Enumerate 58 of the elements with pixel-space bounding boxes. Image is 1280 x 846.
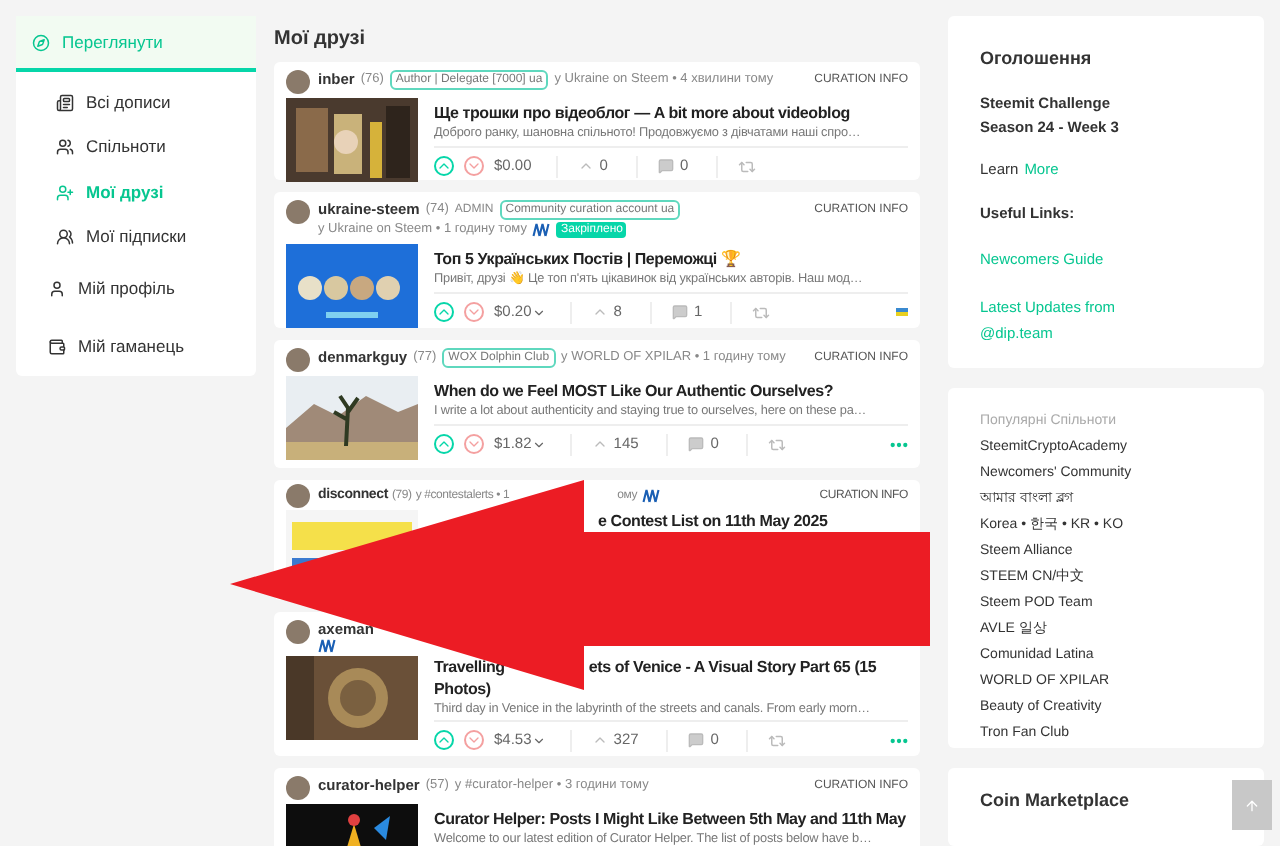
wave-icon xyxy=(318,638,336,654)
wallet-icon xyxy=(48,338,66,356)
downvote-icon[interactable] xyxy=(464,730,484,750)
avatar[interactable] xyxy=(286,200,310,224)
sidebar-item[interactable]: Мій профіль xyxy=(16,260,256,318)
add-user-icon xyxy=(56,183,74,202)
repost-icon[interactable] xyxy=(738,157,757,175)
people-icon xyxy=(56,228,74,247)
post-title[interactable]: Топ 5 Українських Постів | Переможці 🏆 xyxy=(434,248,908,270)
marketplace-title: Coin Marketplace xyxy=(980,787,1132,814)
post-title[interactable]: Curator Helper: Posts I Might Like Between 5th May and 11th May xyxy=(434,808,908,830)
newspaper-icon xyxy=(56,93,74,112)
upvote-icon[interactable] xyxy=(434,434,454,454)
avatar[interactable] xyxy=(286,348,310,372)
comment-icon[interactable] xyxy=(671,304,688,320)
vote-count-icon xyxy=(591,436,608,452)
caret-icon[interactable] xyxy=(531,305,546,319)
post-title[interactable]: ets of Venice - A Visual Story Part 65 (15 xyxy=(588,656,877,678)
vote-count-icon xyxy=(591,304,608,320)
caret-icon[interactable] xyxy=(531,437,546,451)
sidebar-item[interactable]: Мої підписки xyxy=(16,215,256,260)
repost-icon[interactable] xyxy=(752,303,771,321)
more-icon[interactable] xyxy=(890,737,908,743)
compass-icon xyxy=(32,33,50,51)
announcement-title: Оголошення xyxy=(980,46,1094,72)
upvote-icon[interactable] xyxy=(434,156,454,176)
post-title[interactable]: Photos) xyxy=(434,678,908,700)
sidebar-item[interactable]: Спільноти xyxy=(16,125,256,170)
downvote-icon[interactable] xyxy=(464,302,484,322)
scroll-top-button[interactable] xyxy=(1232,780,1272,830)
repost-icon[interactable] xyxy=(768,435,787,453)
downvote-icon[interactable] xyxy=(464,434,484,454)
downvote-icon[interactable] xyxy=(464,156,484,176)
upvote-icon[interactable] xyxy=(434,302,454,322)
group-icon xyxy=(56,138,74,157)
arrow-up-icon xyxy=(1244,797,1260,813)
avatar[interactable] xyxy=(286,620,310,644)
wave-icon xyxy=(641,488,660,504)
avatar[interactable] xyxy=(286,776,310,800)
comment-icon[interactable] xyxy=(688,732,705,748)
avatar[interactable] xyxy=(286,70,310,94)
post-title[interactable]: Ще трошки про відеоблог — A bit more about videoblog xyxy=(434,102,908,124)
caret-icon[interactable] xyxy=(531,733,546,747)
sidebar-item[interactable]: Всі дописи xyxy=(16,80,256,125)
post-title[interactable]: e Contest List on 11th May 2025 xyxy=(598,510,828,528)
comment-icon[interactable] xyxy=(657,158,674,174)
upvote-icon[interactable] xyxy=(434,730,454,750)
feed-title: Мої друзі xyxy=(274,26,368,54)
more-icon[interactable] xyxy=(890,441,908,447)
repost-icon[interactable] xyxy=(768,731,787,749)
post-title[interactable]: When do we Feel MOST Like Our Authentic Ourselves? xyxy=(434,380,908,402)
vote-count-icon xyxy=(591,732,608,748)
post-title[interactable]: Travelling xyxy=(434,656,505,678)
avatar[interactable] xyxy=(286,484,310,508)
sidebar-item[interactable]: Мій гаманець xyxy=(16,318,256,376)
comment-icon[interactable] xyxy=(688,436,705,452)
vote-count-icon xyxy=(577,158,594,174)
user-icon xyxy=(48,280,66,298)
